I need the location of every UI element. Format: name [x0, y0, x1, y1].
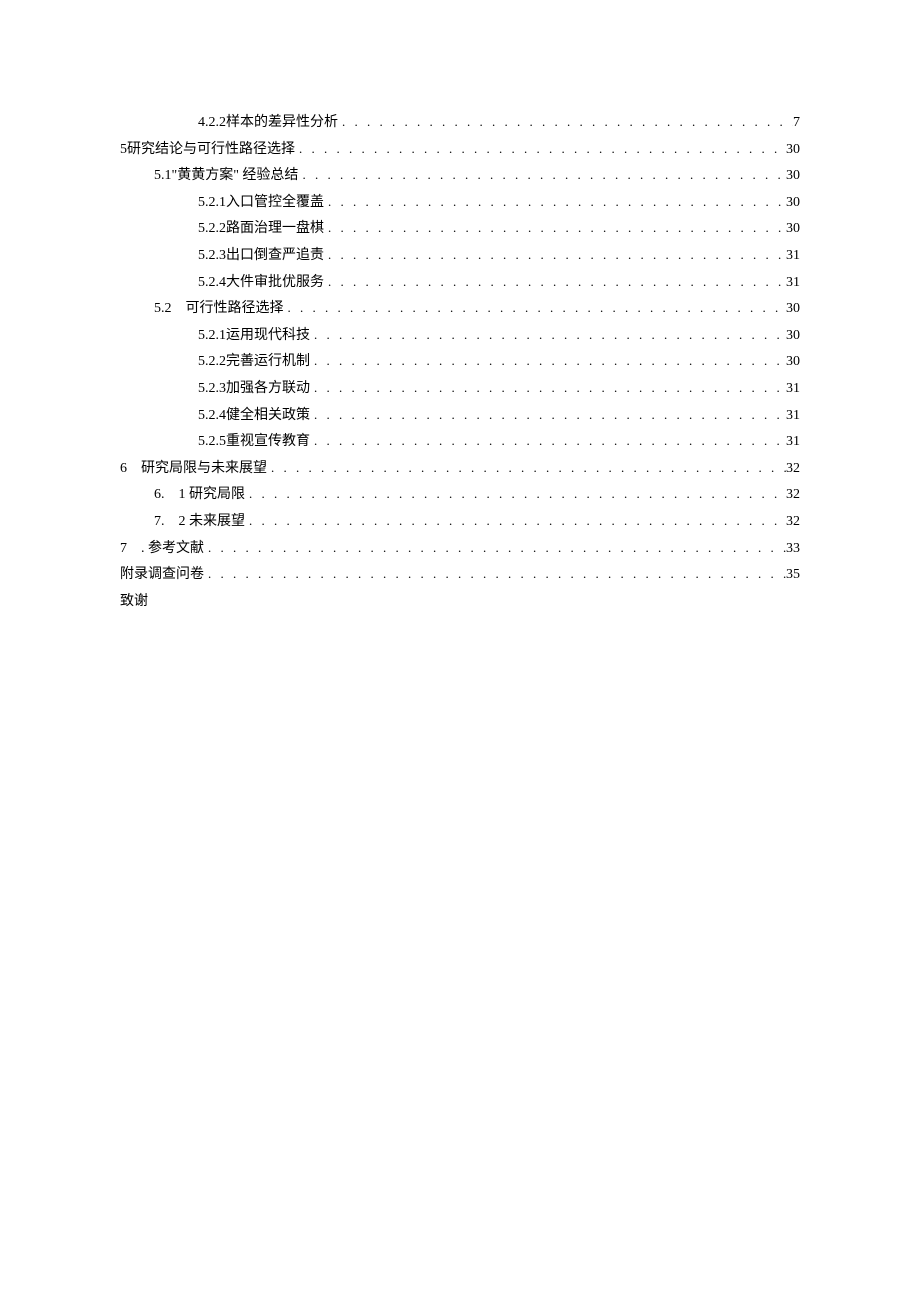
toc-entry: 5.2.2完善运行机制 30 [120, 349, 800, 376]
toc-entry-page: 30 [786, 163, 800, 190]
toc-entry-page: 31 [786, 403, 800, 430]
toc-entry-page: 30 [786, 349, 800, 376]
toc-entry: 5.2.1运用现代科技 30 [120, 323, 800, 350]
toc-gap [165, 509, 179, 536]
toc-entry-number: 7 [120, 536, 127, 563]
toc-entry: 5 研究结论与可行性路径选择 30 [120, 137, 800, 164]
toc-entry-page: 35 [786, 562, 800, 589]
toc-leader-dots [298, 163, 786, 188]
toc-entry: 5.2.4大件审批优服务 31 [120, 270, 800, 297]
toc-entry-title: "黄黄方案" 经验总结 [172, 163, 299, 190]
toc-leader-dots [284, 296, 787, 321]
toc-entry: 5.2 可行性路径选择 30 [120, 296, 800, 323]
toc-leader-dots [324, 270, 786, 295]
toc-entry-title: 致谢 [120, 589, 148, 616]
table-of-contents: 4.2.2 样本的差异性分析 75 研究结论与可行性路径选择 305.1 "黄黄… [120, 110, 800, 615]
toc-leader-dots [310, 429, 786, 454]
toc-leader-dots [310, 403, 786, 428]
toc-entry-page: 30 [786, 323, 800, 350]
toc-entry: 5.2.1入口管控全覆盖 30 [120, 190, 800, 217]
toc-entry-title: . 参考文献 [141, 536, 204, 563]
toc-entry-number: 5.2 [154, 296, 172, 323]
toc-entry: 5.1 "黄黄方案" 经验总结 30 [120, 163, 800, 190]
toc-leader-dots [204, 562, 786, 587]
toc-leader-dots [295, 137, 786, 162]
toc-leader-dots [267, 456, 786, 481]
toc-entry-title: 2 未来展望 [179, 509, 246, 536]
toc-entry-number: 5.2.4 [198, 403, 226, 430]
toc-entry-page: 32 [786, 482, 800, 509]
toc-entry: 5.2.3加强各方联动 31 [120, 376, 800, 403]
toc-entry-page: 32 [786, 509, 800, 536]
toc-leader-dots [324, 190, 786, 215]
toc-entry-title: 样本的差异性分析 [226, 110, 338, 137]
toc-leader-dots [245, 482, 786, 507]
toc-entry: 5.2.2路面治理一盘棋 30 [120, 216, 800, 243]
toc-leader-dots [324, 243, 786, 268]
toc-leader-dots [310, 376, 786, 401]
toc-leader-dots [324, 216, 786, 241]
toc-entry-page: 30 [786, 216, 800, 243]
toc-entry-number: 5.2.3 [198, 243, 226, 270]
toc-entry-title: 附录调查问卷 [120, 562, 204, 589]
toc-entry-page: 30 [786, 137, 800, 164]
toc-entry: 5.2.3出口倒查严追责 31 [120, 243, 800, 270]
toc-entry: 7 . 参考文献 33 [120, 536, 800, 563]
toc-entry-title: 运用现代科技 [226, 323, 310, 350]
toc-entry-number: 6. [154, 482, 165, 509]
toc-entry: 附录调查问卷 35 [120, 562, 800, 589]
toc-leader-dots [245, 509, 786, 534]
toc-gap [127, 536, 141, 563]
toc-entry-page: 31 [786, 376, 800, 403]
toc-entry-title: 大件审批优服务 [226, 270, 324, 297]
toc-entry-page: 7 [793, 110, 800, 137]
toc-entry-number: 4.2.2 [198, 110, 226, 137]
toc-entry-title: 完善运行机制 [226, 349, 310, 376]
toc-entry-number: 5 [120, 137, 127, 164]
toc-entry-page: 30 [786, 296, 800, 323]
toc-entry: 6. 1 研究局限 32 [120, 482, 800, 509]
toc-entry-title: 路面治理一盘棋 [226, 216, 324, 243]
toc-entry-title: 健全相关政策 [226, 403, 310, 430]
toc-entry-page: 30 [786, 190, 800, 217]
toc-entry-number: 5.2.1 [198, 190, 226, 217]
toc-entry-title: 重视宣传教育 [226, 429, 310, 456]
toc-entry-title: 可行性路径选择 [186, 296, 284, 323]
toc-entry-title: 研究结论与可行性路径选择 [127, 137, 295, 164]
toc-entry-number: 5.2.2 [198, 349, 226, 376]
toc-entry-title: 入口管控全覆盖 [226, 190, 324, 217]
toc-entry: 5.2.4健全相关政策 31 [120, 403, 800, 430]
toc-entry: 4.2.2 样本的差异性分析 7 [120, 110, 800, 137]
toc-entry-number: 5.2.5 [198, 429, 226, 456]
toc-entry-page: 31 [786, 270, 800, 297]
toc-leader-dots [310, 323, 786, 348]
toc-entry-title: 研究局限与未来展望 [141, 456, 267, 483]
toc-gap [172, 296, 186, 323]
toc-entry-number: 5.2.1 [198, 323, 226, 350]
toc-leader-dots [204, 536, 786, 561]
toc-entry: 5.2.5重视宣传教育 31 [120, 429, 800, 456]
toc-entry: 致谢 [120, 589, 800, 616]
toc-entry-title: 出口倒查严追责 [226, 243, 324, 270]
toc-entry-number: 5.2.4 [198, 270, 226, 297]
toc-entry-page: 31 [786, 429, 800, 456]
toc-gap [127, 456, 141, 483]
toc-entry-page: 32 [786, 456, 800, 483]
toc-gap [165, 482, 179, 509]
toc-entry-number: 5.2.2 [198, 216, 226, 243]
toc-entry-number: 7. [154, 509, 165, 536]
toc-entry-number: 5.1 [154, 163, 172, 190]
toc-entry-title: 加强各方联动 [226, 376, 310, 403]
toc-leader-dots [338, 110, 793, 135]
toc-entry: 6 研究局限与未来展望 32 [120, 456, 800, 483]
toc-entry-page: 33 [786, 536, 800, 563]
toc-entry-page: 31 [786, 243, 800, 270]
toc-entry-title: 1 研究局限 [179, 482, 246, 509]
toc-leader-dots [310, 349, 786, 374]
toc-entry-number: 5.2.3 [198, 376, 226, 403]
toc-entry: 7. 2 未来展望 32 [120, 509, 800, 536]
toc-entry-number: 6 [120, 456, 127, 483]
